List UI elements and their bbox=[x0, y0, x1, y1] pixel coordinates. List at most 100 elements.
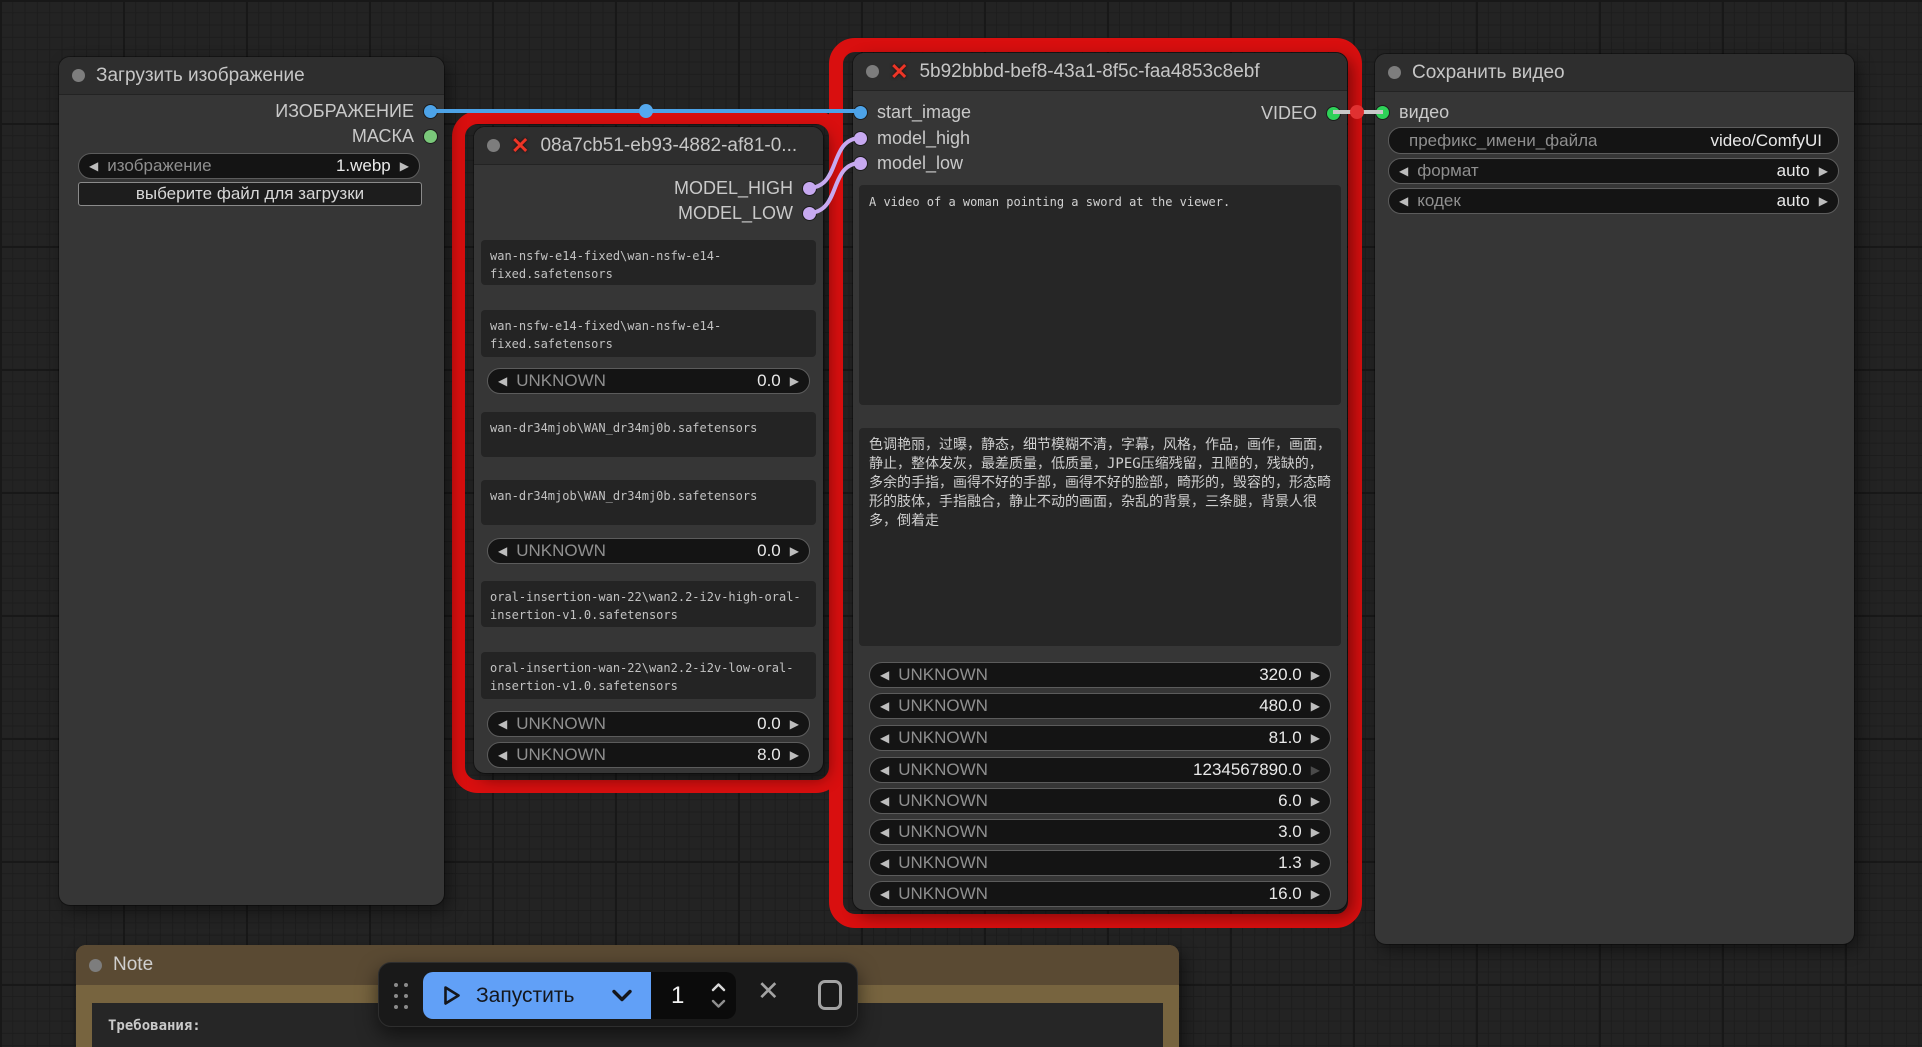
widget-label: изображение bbox=[107, 156, 212, 175]
input-port-start-image[interactable] bbox=[854, 105, 867, 119]
decrement-arrow-icon[interactable]: ◀ bbox=[1399, 195, 1408, 207]
collapse-dot-icon[interactable] bbox=[1388, 66, 1401, 79]
unknown-slider[interactable]: ◀ UNKNOWN 16.0 ▶ bbox=[869, 881, 1331, 907]
decrement-arrow-icon[interactable]: ◀ bbox=[89, 160, 98, 172]
increment-arrow-icon[interactable]: ▶ bbox=[1311, 732, 1320, 744]
node-header[interactable]: Сохранить видео bbox=[1375, 54, 1854, 92]
input-port-model-low[interactable] bbox=[854, 156, 867, 170]
node-lora-loader[interactable]: ✕ 08a7cb51-eb93-4882-af81-0... MODEL_HIG… bbox=[474, 127, 823, 773]
increment-arrow-icon[interactable]: ▶ bbox=[790, 545, 799, 557]
output-port-model-low[interactable] bbox=[803, 206, 816, 220]
decrement-arrow-icon[interactable]: ◀ bbox=[1399, 165, 1408, 177]
collapse-dot-icon[interactable] bbox=[72, 69, 85, 82]
unknown-slider[interactable]: ◀ UNKNOWN 0.0 ▶ bbox=[487, 538, 810, 564]
increment-arrow-icon[interactable]: ▶ bbox=[790, 375, 799, 387]
chevron-down-icon[interactable] bbox=[611, 989, 633, 1002]
unknown-slider[interactable]: ◀ UNKNOWN 6.0 ▶ bbox=[869, 788, 1331, 814]
drag-handle-icon[interactable] bbox=[391, 979, 411, 1013]
output-row-model-high: MODEL_HIGH bbox=[674, 175, 816, 201]
unknown-slider[interactable]: ◀ UNKNOWN 480.0 ▶ bbox=[869, 693, 1331, 719]
input-row-start-image: start_image bbox=[854, 99, 971, 125]
decrement-arrow-icon[interactable]: ◀ bbox=[498, 545, 507, 557]
lora-path-text[interactable]: wan-dr34mjob\WAN_dr34mj0b.safetensors bbox=[481, 412, 816, 457]
widget-value: 320.0 bbox=[1259, 665, 1302, 684]
collapse-dot-icon[interactable] bbox=[89, 958, 102, 972]
widget-label: UNKNOWN bbox=[516, 714, 606, 733]
negative-prompt-textarea[interactable]: 色调艳丽，过曝，静态，细节模糊不清，字幕，风格，作品，画作，画面，静止，整体发灰… bbox=[859, 428, 1341, 646]
unknown-slider[interactable]: ◀ UNKNOWN 0.0 ▶ bbox=[487, 368, 810, 394]
decrement-arrow-icon[interactable]: ◀ bbox=[880, 857, 889, 869]
increment-arrow-icon[interactable]: ▶ bbox=[1311, 857, 1320, 869]
port-label: видео bbox=[1399, 101, 1450, 122]
increment-arrow-icon[interactable]: ▶ bbox=[1311, 764, 1320, 776]
collapse-dot-icon[interactable] bbox=[866, 65, 879, 78]
decrement-arrow-icon[interactable]: ◀ bbox=[880, 669, 889, 681]
decrement-arrow-icon[interactable]: ◀ bbox=[880, 888, 889, 900]
increment-arrow-icon[interactable]: ▶ bbox=[1311, 888, 1320, 900]
run-button[interactable]: Запустить bbox=[423, 972, 651, 1019]
positive-prompt-textarea[interactable]: A video of a woman pointing a sword at t… bbox=[859, 185, 1341, 405]
node-header[interactable]: ✕ 08a7cb51-eb93-4882-af81-0... bbox=[474, 127, 823, 165]
input-port-model-high[interactable] bbox=[854, 131, 867, 145]
codec-combo-widget[interactable]: ◀ кодек auto ▶ bbox=[1388, 188, 1839, 214]
decrement-arrow-icon[interactable]: ◀ bbox=[498, 718, 507, 730]
unknown-slider[interactable]: ◀ UNKNOWN 320.0 ▶ bbox=[869, 662, 1331, 688]
lora-path-text[interactable]: wan-dr34mjob\WAN_dr34mj0b.safetensors bbox=[481, 480, 816, 525]
output-row-model-low: MODEL_LOW bbox=[678, 200, 816, 226]
unknown-slider[interactable]: ◀ UNKNOWN 1.3 ▶ bbox=[869, 850, 1331, 876]
node-title: 08a7cb51-eb93-4882-af81-0... bbox=[540, 134, 798, 156]
stop-icon[interactable] bbox=[818, 980, 842, 1010]
increment-arrow-icon[interactable]: ▶ bbox=[1311, 795, 1320, 807]
decrement-arrow-icon[interactable]: ◀ bbox=[880, 764, 889, 776]
unknown-slider[interactable]: ◀ UNKNOWN 0.0 ▶ bbox=[487, 711, 810, 737]
image-combo-widget[interactable]: ◀ изображение 1.webp ▶ bbox=[78, 153, 420, 179]
decrement-arrow-icon[interactable]: ◀ bbox=[880, 700, 889, 712]
input-port-video[interactable] bbox=[1376, 105, 1389, 119]
format-combo-widget[interactable]: ◀ формат auto ▶ bbox=[1388, 158, 1839, 184]
widget-value: 1.3 bbox=[1278, 853, 1302, 872]
lora-path-text[interactable]: wan-nsfw-e14-fixed\wan-nsfw-e14- fixed.s… bbox=[481, 240, 816, 285]
unknown-slider[interactable]: ◀ UNKNOWN 81.0 ▶ bbox=[869, 725, 1331, 751]
widget-value: 81.0 bbox=[1268, 728, 1302, 747]
collapse-dot-icon[interactable] bbox=[487, 139, 500, 152]
decrement-arrow-icon[interactable]: ◀ bbox=[880, 795, 889, 807]
increment-arrow-icon[interactable]: ▶ bbox=[790, 718, 799, 730]
unknown-slider[interactable]: ◀ UNKNOWN 8.0 ▶ bbox=[487, 742, 810, 768]
increment-arrow-icon[interactable]: ▶ bbox=[1819, 165, 1828, 177]
unknown-slider[interactable]: ◀ UNKNOWN 1234567890.0 ▶ bbox=[869, 757, 1331, 783]
decrement-arrow-icon[interactable]: ◀ bbox=[880, 732, 889, 744]
filename-prefix-widget[interactable]: префикс_имени_файла video/ComfyUI bbox=[1388, 127, 1839, 154]
node-video-sampler[interactable]: ✕ 5b92bbbd-bef8-43a1-8f5c-faa4853c8ebf s… bbox=[853, 53, 1347, 910]
node-title: Note bbox=[113, 954, 154, 975]
node-header[interactable]: Загрузить изображение bbox=[59, 57, 444, 95]
output-port-mask[interactable] bbox=[424, 129, 437, 143]
chevron-up-icon[interactable] bbox=[711, 983, 726, 992]
port-label: ИЗОБРАЖЕНИЕ bbox=[275, 100, 414, 121]
lora-path-text[interactable]: oral-insertion-wan-22\wan2.2-i2v-high-or… bbox=[481, 581, 816, 627]
increment-arrow-icon[interactable]: ▶ bbox=[1311, 700, 1320, 712]
output-port-model-high[interactable] bbox=[803, 181, 816, 195]
node-save-video[interactable]: Сохранить видео видео префикс_имени_файл… bbox=[1375, 54, 1854, 944]
node-graph-canvas[interactable]: Загрузить изображение ИЗОБРАЖЕНИЕ МАСКА … bbox=[0, 0, 1922, 1047]
output-row-video: VIDEO bbox=[1261, 100, 1340, 126]
increment-arrow-icon[interactable]: ▶ bbox=[400, 160, 409, 172]
chevron-down-icon[interactable] bbox=[711, 999, 726, 1008]
increment-arrow-icon[interactable]: ▶ bbox=[1311, 826, 1320, 838]
widget-value: 6.0 bbox=[1278, 791, 1302, 810]
decrement-arrow-icon[interactable]: ◀ bbox=[880, 826, 889, 838]
increment-arrow-icon[interactable]: ▶ bbox=[790, 749, 799, 761]
decrement-arrow-icon[interactable]: ◀ bbox=[498, 375, 507, 387]
output-port-image[interactable] bbox=[424, 104, 437, 118]
decrement-arrow-icon[interactable]: ◀ bbox=[498, 749, 507, 761]
batch-count-stepper[interactable]: 1 bbox=[651, 972, 736, 1019]
node-load-image[interactable]: Загрузить изображение ИЗОБРАЖЕНИЕ МАСКА … bbox=[59, 57, 444, 905]
upload-file-button[interactable]: выберите файл для загрузки bbox=[78, 182, 422, 206]
close-icon[interactable]: ✕ bbox=[757, 978, 780, 1005]
node-header[interactable]: ✕ 5b92bbbd-bef8-43a1-8f5c-faa4853c8ebf bbox=[853, 53, 1347, 91]
increment-arrow-icon[interactable]: ▶ bbox=[1311, 669, 1320, 681]
output-port-video[interactable] bbox=[1327, 106, 1340, 120]
increment-arrow-icon[interactable]: ▶ bbox=[1819, 195, 1828, 207]
unknown-slider[interactable]: ◀ UNKNOWN 3.0 ▶ bbox=[869, 819, 1331, 845]
lora-path-text[interactable]: oral-insertion-wan-22\wan2.2-i2v-low-ora… bbox=[481, 652, 816, 699]
lora-path-text[interactable]: wan-nsfw-e14-fixed\wan-nsfw-e14- fixed.s… bbox=[481, 310, 816, 357]
